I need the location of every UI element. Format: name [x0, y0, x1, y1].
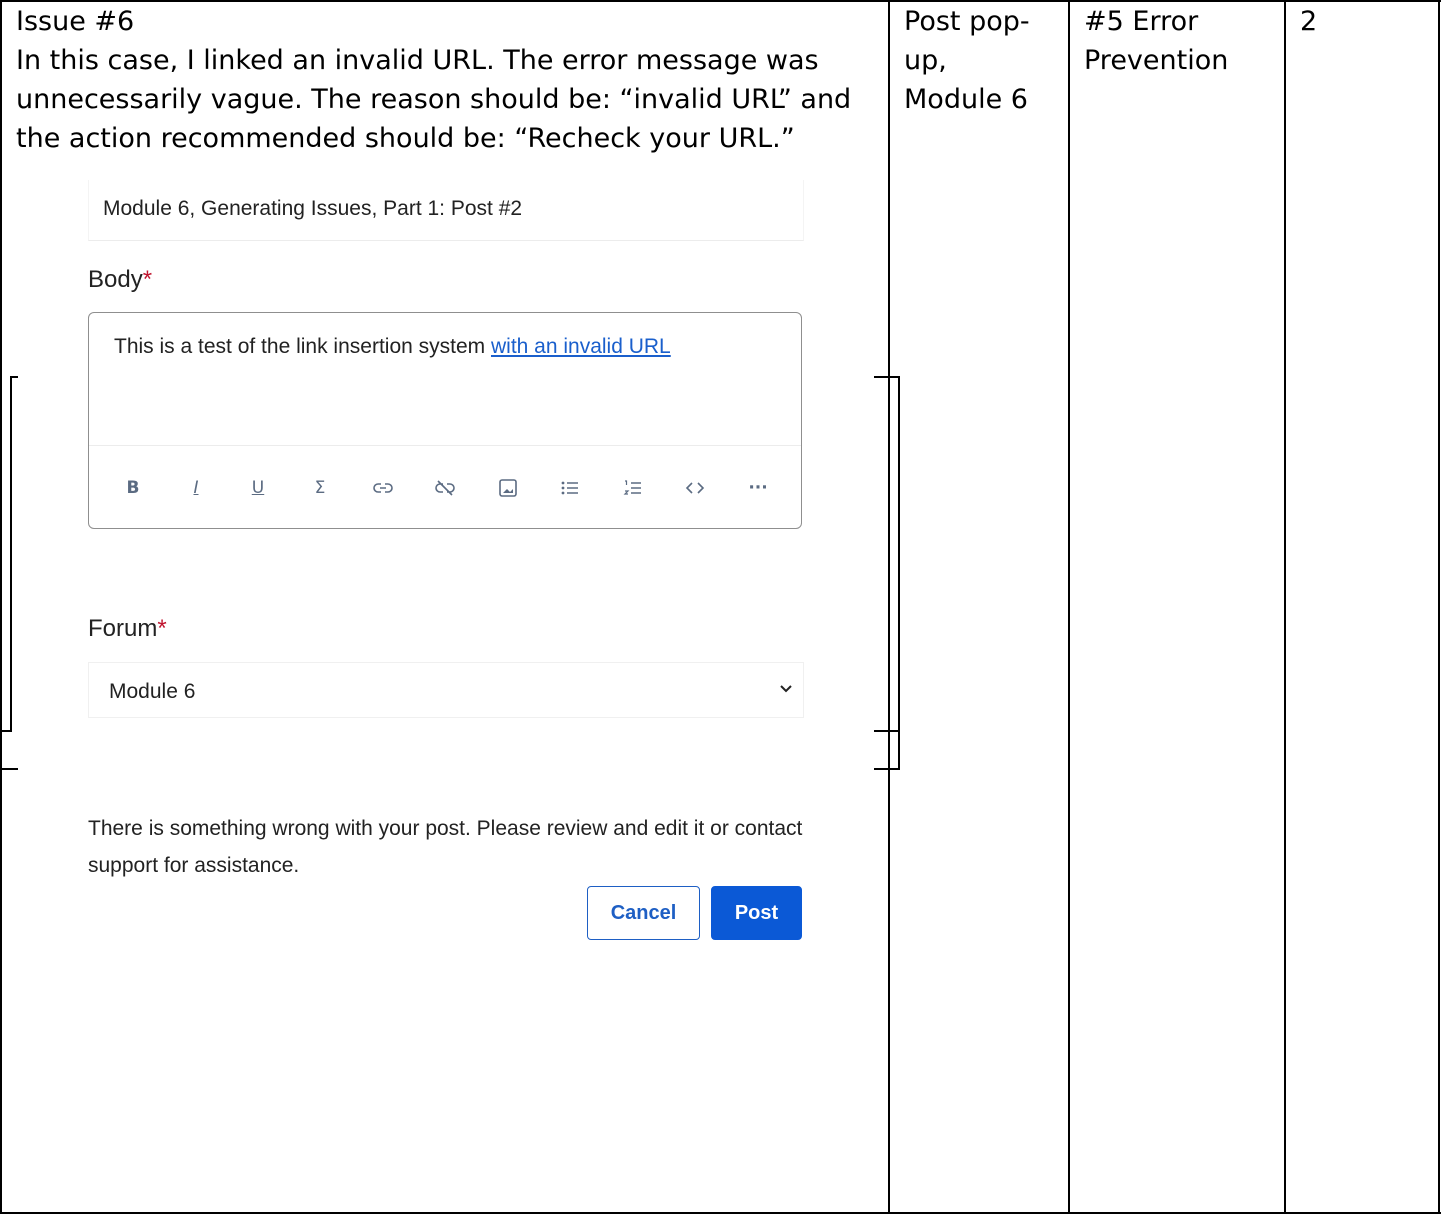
bullet-list-icon[interactable]	[556, 474, 584, 502]
link-icon[interactable]	[369, 474, 397, 502]
error-message: There is something wrong with your post.…	[88, 817, 803, 877]
table-border-right	[1438, 0, 1440, 1214]
frame-tick-mid-left	[0, 730, 12, 732]
table-border-left	[0, 0, 2, 1214]
sigma-icon[interactable]: Σ	[306, 474, 334, 502]
frame-line-right	[898, 376, 900, 770]
issue-severity: 2	[1300, 6, 1318, 37]
chevron-down-icon	[780, 685, 792, 693]
more-icon[interactable]: ···	[744, 474, 772, 502]
body-label-text: Body	[88, 266, 143, 293]
post-title-value: Module 6, Generating Issues, Part 1: Pos…	[103, 197, 523, 220]
issue-location: Post pop- up, Module 6	[904, 6, 1030, 115]
forum-label-text: Forum	[88, 615, 158, 642]
forum-select-value: Module 6	[109, 680, 196, 703]
post-title-input[interactable]: Module 6, Generating Issues, Part 1: Pos…	[88, 180, 804, 241]
frame-tick-top-right	[874, 376, 900, 378]
underline-icon[interactable]: U	[244, 474, 272, 502]
numbered-list-icon[interactable]	[619, 474, 647, 502]
body-editor-text[interactable]: This is a test of the link insertion sys…	[114, 335, 671, 359]
issue-description: In this case, I linked an invalid URL. T…	[16, 45, 852, 154]
forum-label: Forum*	[88, 615, 167, 643]
italic-icon[interactable]: I	[182, 474, 210, 502]
frame-line-left	[10, 376, 12, 732]
forum-select[interactable]: Module 6	[88, 662, 804, 718]
frame-tick-mid-right	[874, 730, 900, 732]
editor-toolbar: B I U Σ ···	[89, 445, 801, 528]
issue-title: Issue #6	[16, 6, 135, 37]
table-divider-2	[1068, 0, 1070, 1214]
frame-tick-bottom-right	[874, 768, 900, 770]
post-button[interactable]: Post	[711, 886, 802, 940]
code-icon[interactable]	[681, 474, 709, 502]
table-divider-3	[1284, 0, 1286, 1214]
frame-tick-bottom-left	[0, 768, 18, 770]
body-label: Body*	[88, 266, 152, 294]
issue-heuristic: #5 Error Prevention	[1084, 6, 1229, 76]
frame-tick-top-left	[10, 376, 18, 378]
unlink-icon[interactable]	[431, 474, 459, 502]
body-link[interactable]: with an invalid URL	[491, 335, 671, 358]
cancel-button[interactable]: Cancel	[587, 886, 700, 940]
body-editor[interactable]: This is a test of the link insertion sys…	[88, 312, 802, 529]
required-asterisk: *	[142, 266, 153, 293]
required-asterisk: *	[157, 615, 167, 642]
image-icon[interactable]	[494, 474, 522, 502]
body-text: This is a test of the link insertion sys…	[114, 335, 491, 358]
table-divider-1	[888, 0, 890, 1214]
bold-icon[interactable]: B	[119, 474, 147, 502]
